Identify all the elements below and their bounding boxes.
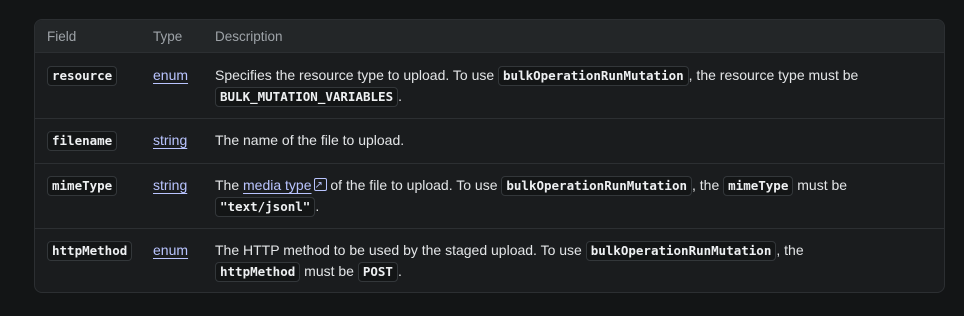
type-link[interactable]: string	[153, 132, 187, 148]
type-link[interactable]: enum	[153, 242, 188, 258]
header-type: Type	[153, 28, 183, 44]
header-description: Description	[215, 28, 283, 44]
row-description: The HTTP method to be used by the staged…	[215, 240, 944, 292]
header-field: Field	[47, 28, 77, 44]
external-link-icon[interactable]	[313, 175, 327, 196]
type-link[interactable]: enum	[153, 67, 188, 83]
field-name: mimeType	[47, 176, 118, 196]
inline-code: bulkOperationRunMutation	[585, 241, 777, 261]
fields-table: Field Type Description resource enum Spe…	[34, 19, 945, 293]
inline-code: mimeType	[723, 176, 794, 196]
table-header: Field Type Description	[35, 20, 944, 53]
inline-code: bulkOperationRunMutation	[501, 176, 692, 196]
inline-code: "text/jsonl"	[215, 197, 316, 217]
field-name: filename	[47, 131, 118, 151]
field-name: httpMethod	[47, 241, 133, 261]
table-row: httpMethod enum The HTTP method to be us…	[35, 229, 944, 292]
row-description: The name of the file to upload.	[215, 132, 405, 148]
table-row: mimeType string The media type of the fi…	[35, 164, 944, 229]
inline-code: bulkOperationRunMutation	[498, 66, 689, 86]
type-link[interactable]: string	[153, 177, 187, 193]
inline-code: BULK_MUTATION_VARIABLES	[215, 87, 399, 107]
media-type-link[interactable]: media type	[243, 177, 311, 193]
inline-code: httpMethod	[215, 262, 301, 282]
row-description: Specifies the resource type to upload. T…	[215, 65, 944, 118]
table-row: resource enum Specifies the resource typ…	[35, 53, 944, 119]
row-description: The media type of the file to upload. To…	[215, 175, 944, 228]
field-name: resource	[47, 66, 118, 86]
inline-code: POST	[357, 262, 398, 282]
table-row: filename string The name of the file to …	[35, 119, 944, 164]
